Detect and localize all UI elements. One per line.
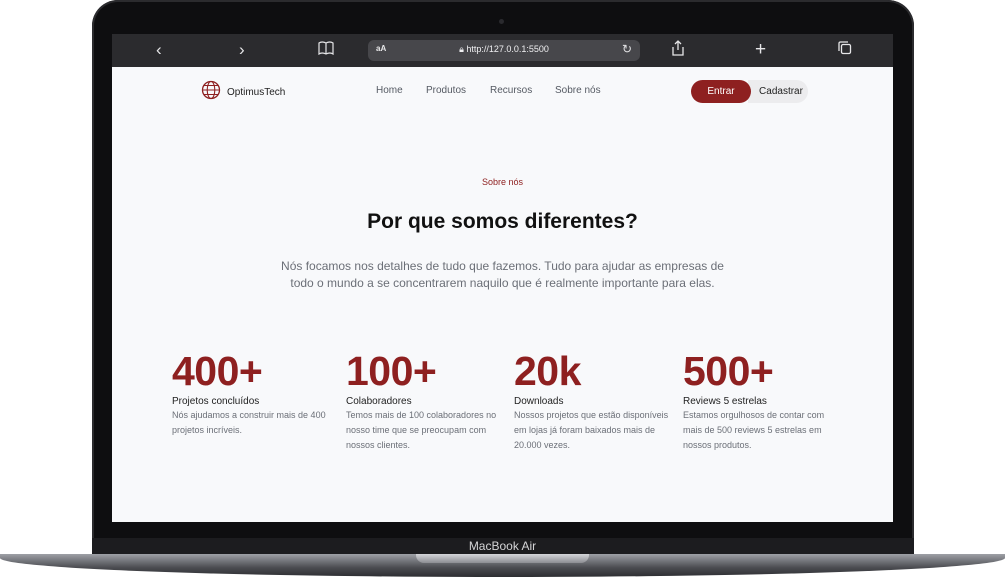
nav-link-produtos[interactable]: Produtos — [426, 85, 466, 96]
stat-title: Reviews 5 estrelas — [683, 396, 767, 407]
forward-icon[interactable]: › — [239, 40, 245, 60]
nav-link-home[interactable]: Home — [376, 85, 403, 96]
globe-icon — [201, 80, 221, 105]
browser-screen: ‹ › aA 🔒︎ http://127.0.0.1:5500 ↻ + Opti… — [112, 34, 893, 522]
bookmarks-icon[interactable] — [318, 40, 334, 60]
stat-description: Temos mais de 100 colaboradores no nosso… — [346, 410, 497, 450]
stat-title: Colaboradores — [346, 396, 412, 407]
stat-title: Downloads — [514, 396, 564, 407]
stat-card-projects: 400+ Projetos concluídos Nós ajudamos a … — [172, 350, 332, 438]
stat-value: 400+ — [172, 348, 263, 394]
url-text: 🔒︎ http://127.0.0.1:5500 — [368, 44, 640, 55]
laptop-notch — [416, 554, 589, 563]
back-icon[interactable]: ‹ — [156, 40, 162, 60]
stat-card-collaborators: 100+ Colaboradores Temos mais de 100 col… — [346, 350, 506, 453]
stat-value: 100+ — [346, 348, 437, 394]
tabs-overview-icon[interactable] — [838, 40, 852, 60]
stat-description: Nossos projetos que estão disponíveis em… — [514, 410, 669, 450]
section-lead: Nós focamos nos detalhes de tudo que faz… — [281, 259, 724, 290]
camera-icon — [499, 19, 504, 24]
stat-card-reviews: 500+ Reviews 5 estrelas Estamos orgulhos… — [683, 350, 843, 453]
signup-button[interactable]: Cadastrar — [748, 80, 808, 103]
stat-description: Nós ajudamos a construir mais de 400 pro… — [172, 410, 326, 435]
signup-label: Cadastrar — [759, 86, 803, 97]
address-bar[interactable]: aA 🔒︎ http://127.0.0.1:5500 ↻ — [368, 40, 640, 61]
brand-name: OptimusTech — [227, 87, 286, 98]
url-value: http://127.0.0.1:5500 — [466, 44, 549, 54]
stat-description: Estamos orgulhosos de contar com mais de… — [683, 410, 825, 450]
device-label: MacBook Air — [468, 539, 537, 553]
share-icon[interactable] — [672, 40, 684, 61]
stat-title: Projetos concluídos — [172, 396, 260, 407]
section-eyebrow: Sobre nós — [481, 177, 524, 187]
stat-value: 20k — [514, 348, 581, 394]
stat-value: 500+ — [683, 348, 774, 394]
nav-link-sobre-nos[interactable]: Sobre nós — [555, 85, 601, 96]
browser-toolbar: ‹ › aA 🔒︎ http://127.0.0.1:5500 ↻ + — [112, 34, 893, 67]
login-button[interactable]: Entrar — [691, 80, 751, 103]
section-title: Por que somos diferentes? — [367, 210, 638, 233]
reload-icon[interactable]: ↻ — [622, 42, 632, 56]
stat-card-downloads: 20k Downloads Nossos projetos que estão … — [514, 350, 674, 453]
brand-logo[interactable]: OptimusTech — [201, 80, 285, 105]
nav-link-recursos[interactable]: Recursos — [490, 85, 532, 96]
new-tab-icon[interactable]: + — [755, 40, 766, 60]
